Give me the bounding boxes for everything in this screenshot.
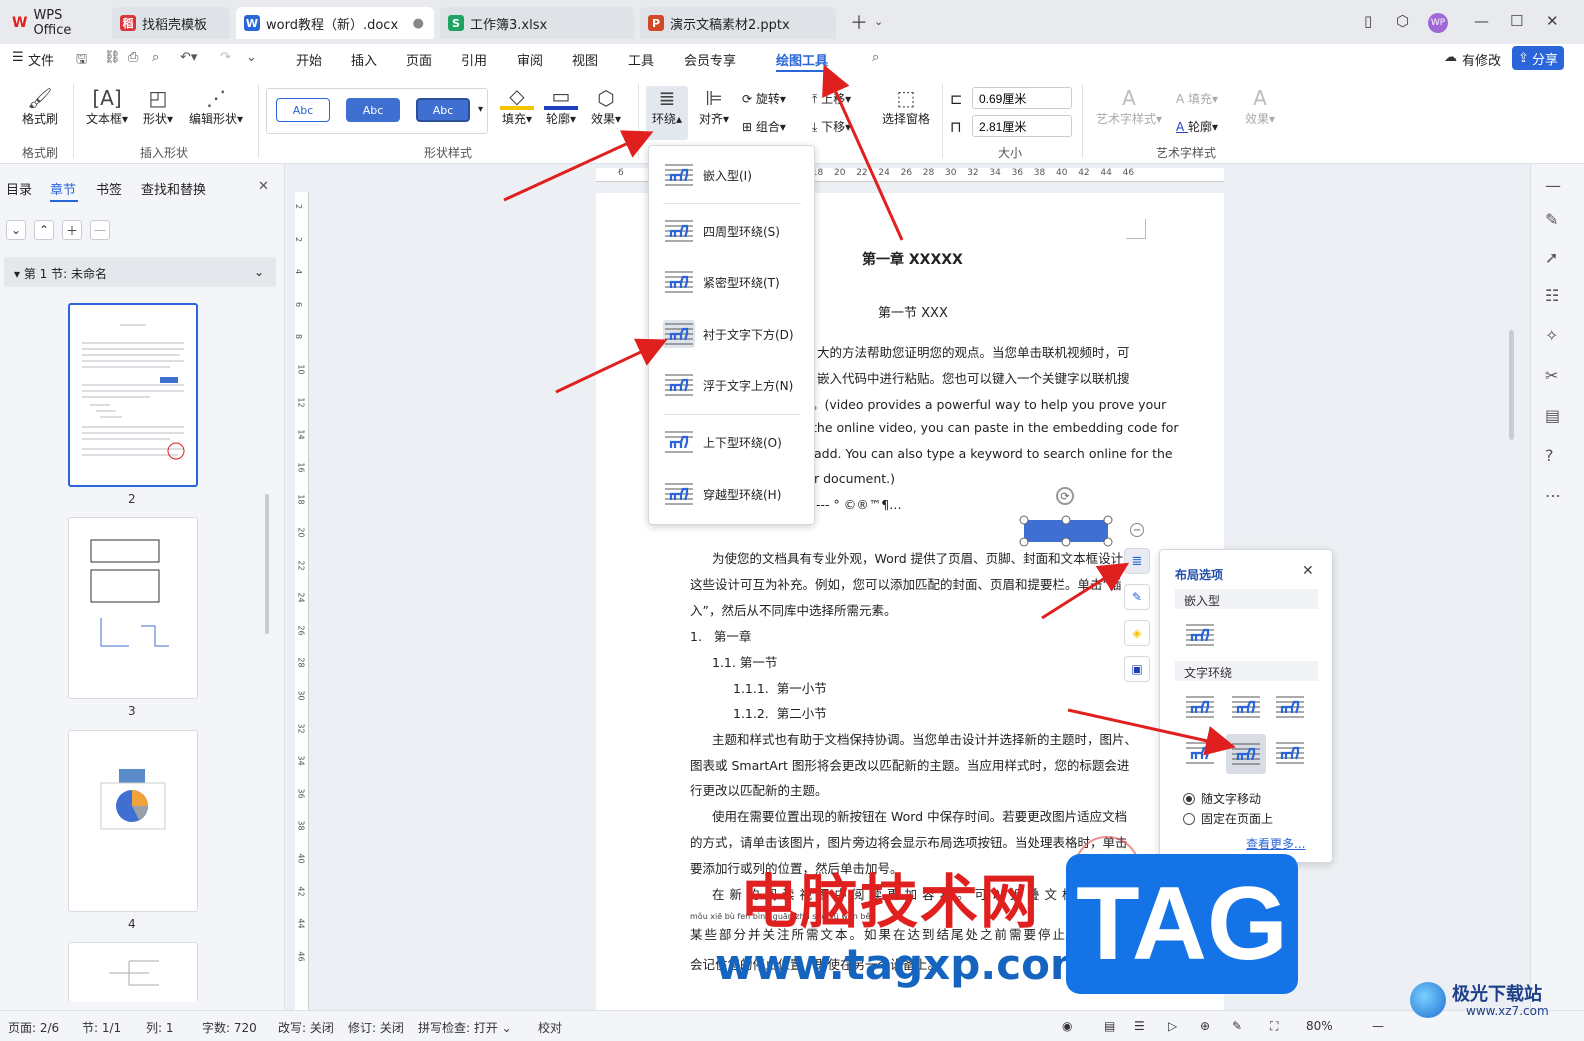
watermark-tag-logo: TAG (1066, 854, 1298, 994)
arrow-to-behind-text (555, 338, 668, 394)
site-name: 极光下载站 (1452, 984, 1542, 1005)
watermark-title: 电脑技术网 (740, 868, 1041, 936)
arrow-to-drawing-tools (822, 64, 904, 241)
site-logo-icon (1410, 982, 1446, 1018)
watermark-url: www.tagxp.com (715, 940, 1094, 989)
arrow-to-layout-button (1041, 562, 1130, 620)
site-url: www.xz7.com (1466, 1004, 1549, 1018)
arrow-to-behind-text-layout (1067, 708, 1236, 756)
site-logo: 极光下载站 www.xz7.com (1410, 978, 1570, 1026)
arrow-to-wrap-button (503, 130, 654, 202)
